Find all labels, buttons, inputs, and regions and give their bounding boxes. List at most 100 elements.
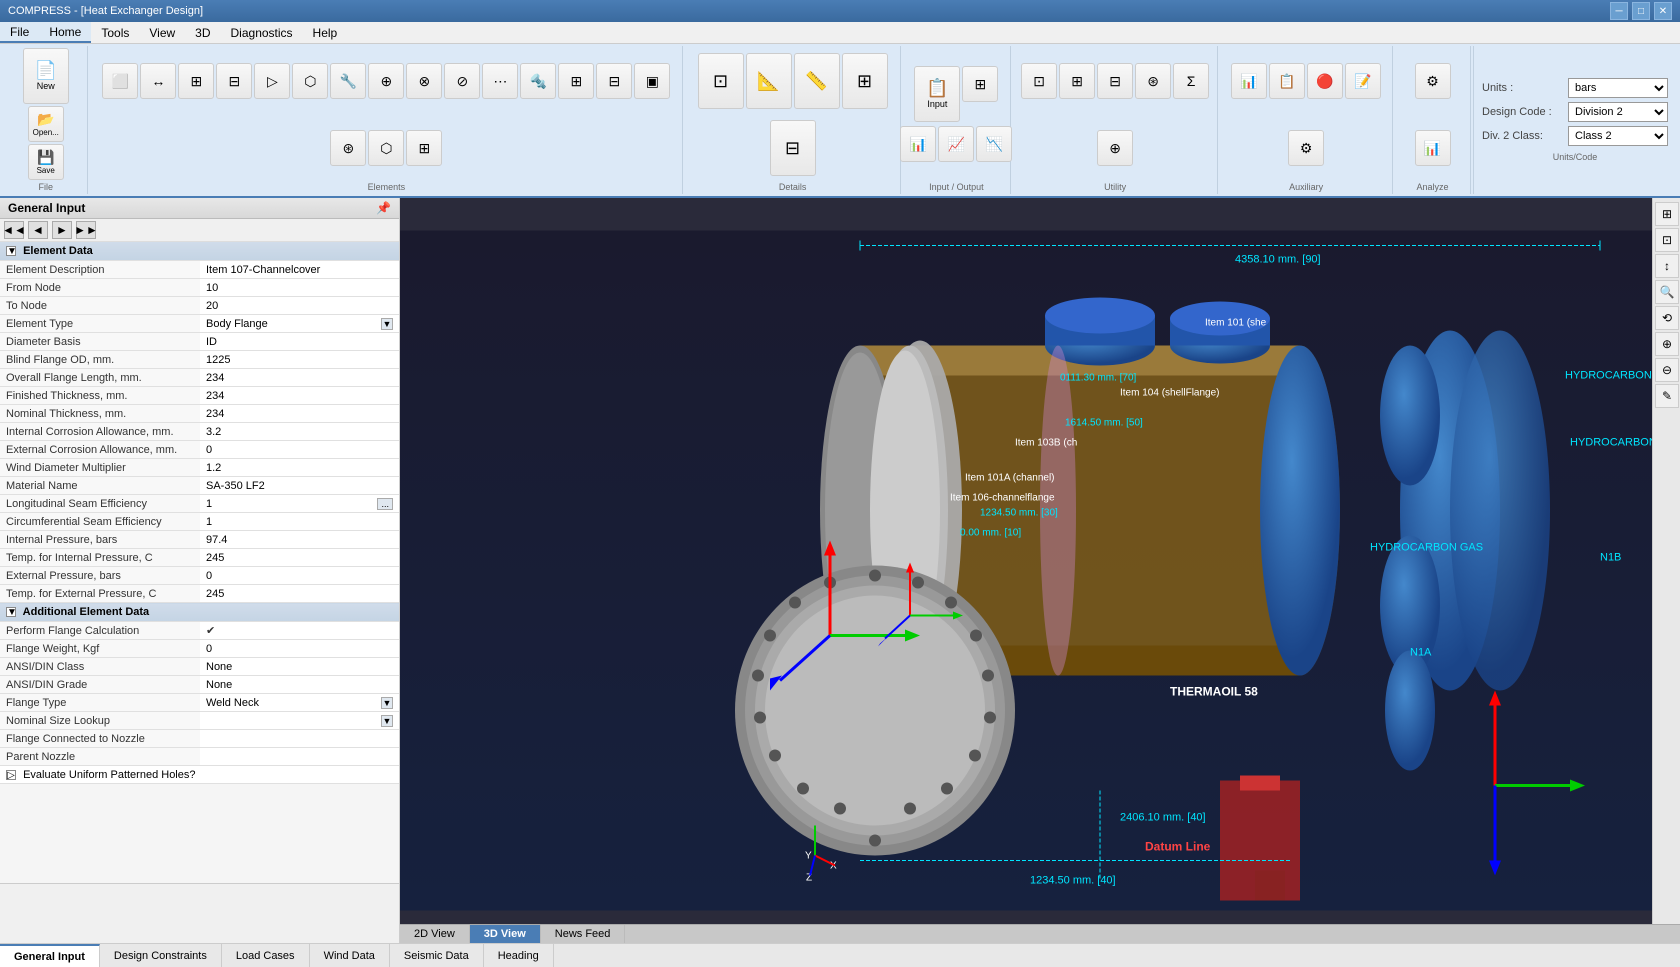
io-btn-2[interactable]: ⊞: [962, 66, 998, 102]
elem-btn-15[interactable]: ▣: [634, 63, 670, 99]
elem-btn-9[interactable]: ⊗: [406, 63, 442, 99]
io-btn-3[interactable]: 📊: [900, 126, 936, 162]
value-flange-weight[interactable]: 0: [200, 640, 399, 658]
value-temp-external[interactable]: 245: [200, 585, 399, 603]
nav-prev[interactable]: ◄: [28, 221, 48, 239]
analyze-btn-2[interactable]: 📊: [1415, 130, 1451, 166]
div2-class-select[interactable]: Class 1 Class 2 Class 3: [1568, 126, 1668, 146]
elem-btn-17[interactable]: ⬡: [368, 130, 404, 166]
elem-btn-4[interactable]: ⊟: [216, 63, 252, 99]
close-button[interactable]: ✕: [1654, 2, 1672, 20]
value-element-description[interactable]: Item 107-Channelcover: [200, 261, 399, 279]
value-nominal-thickness[interactable]: 234: [200, 405, 399, 423]
value-parent-nozzle[interactable]: [200, 748, 399, 766]
value-ansi-class[interactable]: None: [200, 658, 399, 676]
value-overall-flange-length[interactable]: 234: [200, 369, 399, 387]
util-btn-2[interactable]: ⊞: [1059, 63, 1095, 99]
value-blind-flange-od[interactable]: 1225: [200, 351, 399, 369]
menu-file[interactable]: File: [0, 22, 39, 43]
tab-seismic-data[interactable]: Seismic Data: [390, 944, 484, 967]
value-diameter-basis[interactable]: ID: [200, 333, 399, 351]
tab-3d-view[interactable]: 3D View: [470, 925, 541, 943]
value-wind-diameter[interactable]: 1.2: [200, 459, 399, 477]
details-btn-4[interactable]: ⊞: [842, 53, 888, 109]
maximize-button[interactable]: □: [1632, 2, 1650, 20]
util-btn-3[interactable]: ⊟: [1097, 63, 1133, 99]
value-element-type[interactable]: Body Flange ▼: [200, 315, 399, 333]
util-btn-1[interactable]: ⊡: [1021, 63, 1057, 99]
elem-btn-16[interactable]: ⊛: [330, 130, 366, 166]
nav-first[interactable]: ◄◄: [4, 221, 24, 239]
io-btn-4[interactable]: 📈: [938, 126, 974, 162]
tab-2d-view[interactable]: 2D View: [400, 925, 470, 943]
elem-btn-12[interactable]: 🔩: [520, 63, 556, 99]
value-nominal-size[interactable]: ▼: [200, 712, 399, 730]
value-flange-type[interactable]: Weld Neck ▼: [200, 694, 399, 712]
tab-wind-data[interactable]: Wind Data: [310, 944, 390, 967]
value-circumferential-seam[interactable]: 1: [200, 513, 399, 531]
right-tool-8[interactable]: ✎: [1655, 384, 1679, 408]
value-external-corrosion[interactable]: 0: [200, 441, 399, 459]
value-perform-flange[interactable]: ✔: [200, 622, 399, 640]
aux-btn-2[interactable]: 📋: [1269, 63, 1305, 99]
details-btn-3[interactable]: 📏: [794, 53, 840, 109]
aux-btn-5[interactable]: ⚙: [1288, 130, 1324, 166]
input-button[interactable]: 📋 Input: [914, 66, 960, 122]
right-tool-1[interactable]: ⊞: [1655, 202, 1679, 226]
right-tool-5[interactable]: ⟲: [1655, 306, 1679, 330]
details-btn-1[interactable]: ⊡: [698, 53, 744, 109]
element-type-dropdown[interactable]: ▼: [381, 318, 393, 330]
nav-next[interactable]: ►: [52, 221, 72, 239]
elem-btn-13[interactable]: ⊞: [558, 63, 594, 99]
value-flange-connected[interactable]: [200, 730, 399, 748]
value-to-node[interactable]: 20: [200, 297, 399, 315]
elem-btn-6[interactable]: ⬡: [292, 63, 328, 99]
value-from-node[interactable]: 10: [200, 279, 399, 297]
analyze-btn-1[interactable]: ⚙: [1415, 63, 1451, 99]
menu-help[interactable]: Help: [303, 22, 348, 43]
value-temp-internal[interactable]: 245: [200, 549, 399, 567]
elem-btn-11[interactable]: ⋯: [482, 63, 518, 99]
io-btn-5[interactable]: 📉: [976, 126, 1012, 162]
util-btn-4[interactable]: ⊛: [1135, 63, 1171, 99]
aux-btn-4[interactable]: 📝: [1345, 63, 1381, 99]
design-code-select[interactable]: Division 1 Division 2: [1568, 102, 1668, 122]
value-internal-corrosion[interactable]: 3.2: [200, 423, 399, 441]
value-finished-thickness[interactable]: 234: [200, 387, 399, 405]
menu-home[interactable]: Home: [39, 22, 91, 43]
right-tool-4[interactable]: 🔍: [1655, 280, 1679, 304]
elem-btn-7[interactable]: 🔧: [330, 63, 366, 99]
nominal-size-dropdown[interactable]: ▼: [381, 715, 393, 727]
elem-btn-10[interactable]: ⊘: [444, 63, 480, 99]
right-tool-6[interactable]: ⊕: [1655, 332, 1679, 356]
expand-additional-data[interactable]: ▼: [6, 607, 16, 617]
expand-element-data[interactable]: ▼: [6, 246, 16, 256]
aux-btn-1[interactable]: 📊: [1231, 63, 1267, 99]
nav-last[interactable]: ►►: [76, 221, 96, 239]
save-button[interactable]: 💾 Save: [28, 144, 64, 180]
util-btn-5[interactable]: Σ: [1173, 63, 1209, 99]
right-tool-7[interactable]: ⊖: [1655, 358, 1679, 382]
elem-btn-2[interactable]: ↔: [140, 63, 176, 99]
new-button[interactable]: 📄 New: [23, 48, 69, 104]
open-button[interactable]: 📂 Open...: [28, 106, 64, 142]
tab-news-feed[interactable]: News Feed: [541, 925, 626, 943]
longitudinal-seam-dots[interactable]: ...: [377, 498, 393, 510]
expand-evaluate-holes[interactable]: ▷: [6, 770, 16, 780]
elem-btn-18[interactable]: ⊞: [406, 130, 442, 166]
elem-btn-5[interactable]: ▷: [254, 63, 290, 99]
menu-diagnostics[interactable]: Diagnostics: [221, 22, 303, 43]
tab-design-constraints[interactable]: Design Constraints: [100, 944, 222, 967]
elem-btn-8[interactable]: ⊕: [368, 63, 404, 99]
menu-3d[interactable]: 3D: [185, 22, 220, 43]
details-btn-2[interactable]: 📐: [746, 53, 792, 109]
elem-btn-3[interactable]: ⊞: [178, 63, 214, 99]
menu-view[interactable]: View: [139, 22, 185, 43]
value-external-pressure[interactable]: 0: [200, 567, 399, 585]
right-tool-2[interactable]: ⊡: [1655, 228, 1679, 252]
tab-heading[interactable]: Heading: [484, 944, 554, 967]
right-tool-3[interactable]: ↕: [1655, 254, 1679, 278]
tab-load-cases[interactable]: Load Cases: [222, 944, 310, 967]
value-material-name[interactable]: SA-350 LF2: [200, 477, 399, 495]
details-btn-5[interactable]: ⊟: [770, 120, 816, 176]
